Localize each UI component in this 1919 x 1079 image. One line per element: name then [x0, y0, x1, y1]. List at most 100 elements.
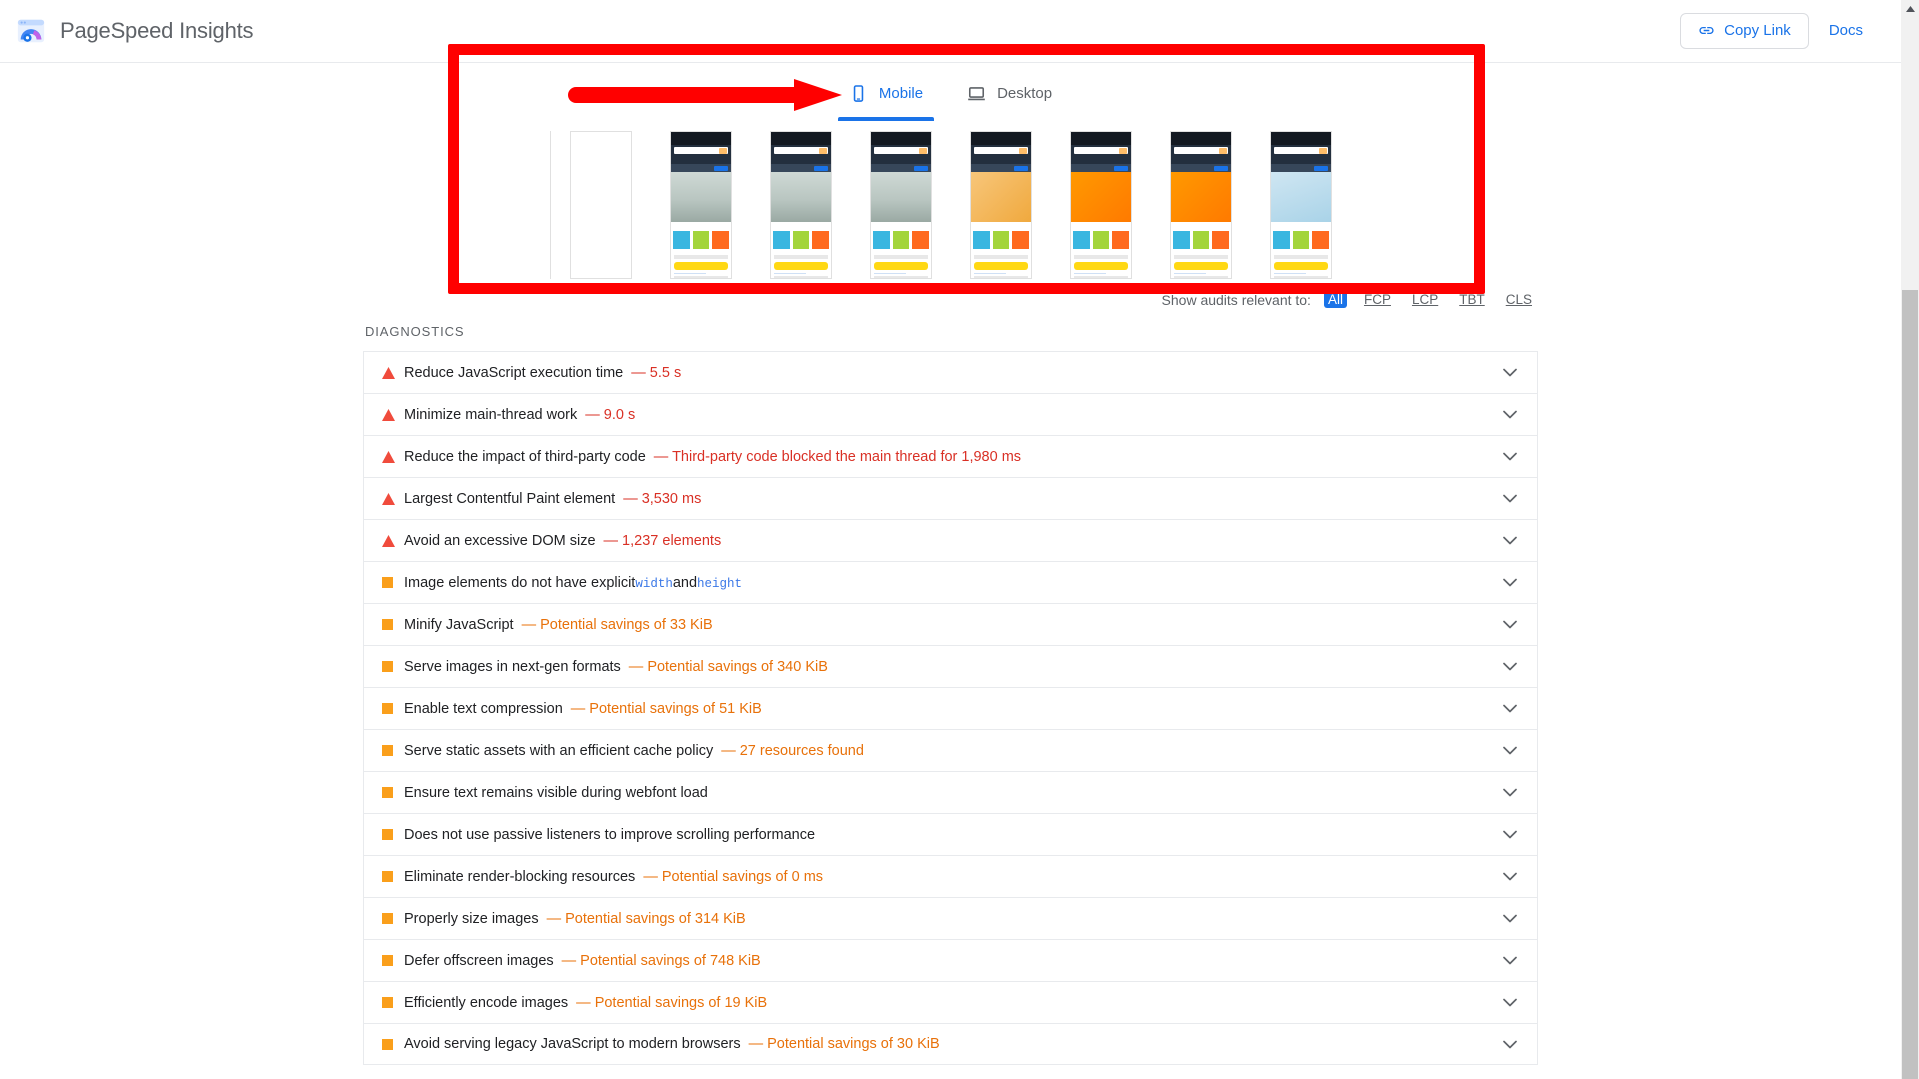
audit-title: Minify JavaScript — [404, 616, 514, 633]
filter-tbt[interactable]: TBT — [1455, 291, 1489, 308]
audit-row[interactable]: Properly size images — Potential savings … — [364, 897, 1537, 939]
fail-triangle-icon — [382, 408, 404, 421]
fail-triangle-icon — [382, 492, 404, 505]
audit-title: Enable text compression — [404, 700, 563, 717]
page-thumbnail — [1071, 132, 1131, 278]
audit-title: Reduce JavaScript execution time — [404, 364, 624, 381]
chevron-down-icon[interactable] — [1503, 452, 1517, 461]
filmstrip-frame[interactable] — [670, 131, 732, 279]
chevron-down-icon[interactable] — [1503, 536, 1517, 545]
filter-cls[interactable]: CLS — [1502, 291, 1536, 308]
audit-title: and — [672, 574, 698, 591]
scrollbar-thumb[interactable] — [1902, 290, 1918, 1079]
audit-title: Avoid an excessive DOM size — [404, 532, 596, 549]
filmstrip-frame[interactable] — [570, 131, 632, 279]
filmstrip-frame[interactable] — [1170, 131, 1232, 279]
tab-desktop-label: Desktop — [997, 84, 1053, 102]
relevance-label: Show audits relevant to: — [1161, 291, 1311, 308]
copy-link-button[interactable]: Copy Link — [1680, 12, 1809, 49]
tab-desktop[interactable]: Desktop — [945, 65, 1074, 121]
filter-fcp[interactable]: FCP — [1360, 291, 1395, 308]
chevron-down-icon[interactable] — [1503, 662, 1517, 671]
audit-row[interactable]: Serve static assets with an efficient ca… — [364, 729, 1537, 771]
audit-row[interactable]: Defer offscreen images — Potential saving… — [364, 939, 1537, 981]
filmstrip-frame[interactable] — [870, 131, 932, 279]
audit-text: Minimize main-thread work — 9.0 s — [404, 407, 635, 423]
audit-text: Eliminate render-blocking resources — Pot… — [404, 869, 823, 885]
audit-row[interactable]: Efficiently encode images — Potential sav… — [364, 981, 1537, 1023]
audit-title: Serve images in next-gen formats — [404, 658, 621, 675]
audit-text: Serve images in next-gen formats — Potent… — [404, 659, 828, 675]
audit-row[interactable]: Reduce JavaScript execution time — 5.5 s — [364, 351, 1537, 393]
audit-row[interactable]: Avoid an excessive DOM size — 1,237 eleme… — [364, 519, 1537, 561]
audit-row[interactable]: Minimize main-thread work — 9.0 s — [364, 393, 1537, 435]
average-square-icon — [382, 955, 404, 966]
scroll-up-arrow-icon[interactable] — [1901, 0, 1919, 18]
average-square-icon — [382, 997, 404, 1008]
chevron-down-icon[interactable] — [1503, 872, 1517, 881]
audit-row[interactable]: Eliminate render-blocking resources — Pot… — [364, 855, 1537, 897]
chevron-down-icon[interactable] — [1503, 368, 1517, 377]
audit-text: Enable text compression — Potential savin… — [404, 701, 762, 717]
chevron-down-icon[interactable] — [1503, 620, 1517, 629]
filmstrip-frame[interactable] — [970, 131, 1032, 279]
audit-value: — Potential savings of 30 KiB — [748, 1036, 940, 1052]
page-thumbnail — [971, 132, 1031, 278]
chevron-down-icon[interactable] — [1503, 830, 1517, 839]
audit-title: Largest Contentful Paint element — [404, 490, 616, 507]
audit-value: — 9.0 s — [585, 406, 636, 423]
audit-title: Reduce the impact of third-party code — [404, 448, 646, 465]
audit-row[interactable]: Avoid serving legacy JavaScript to moder… — [364, 1023, 1537, 1065]
tab-mobile-label: Mobile — [878, 84, 924, 102]
page-scrollbar[interactable] — [1901, 0, 1919, 1079]
filmstrip-section — [0, 131, 1901, 279]
chevron-down-icon[interactable] — [1503, 914, 1517, 923]
chevron-down-icon[interactable] — [1503, 1040, 1517, 1049]
filmstrip-frame[interactable] — [1270, 131, 1332, 279]
chevron-down-icon[interactable] — [1503, 788, 1517, 797]
filmstrip-frame[interactable] — [1070, 131, 1132, 279]
audit-code-token: height — [697, 576, 743, 591]
chevron-down-icon[interactable] — [1503, 494, 1517, 503]
audit-row[interactable]: Image elements do not have explicit widt… — [364, 561, 1537, 603]
audit-title: Ensure text remains visible during webfo… — [404, 784, 708, 801]
audit-value: — Potential savings of 314 KiB — [546, 910, 746, 927]
audit-row[interactable]: Does not use passive listeners to improv… — [364, 813, 1537, 855]
chevron-down-icon[interactable] — [1503, 578, 1517, 587]
chevron-down-icon[interactable] — [1503, 956, 1517, 965]
diagnostics-heading: DIAGNOSTICS — [365, 324, 465, 339]
mobile-phone-icon — [849, 84, 868, 103]
audit-value: — Potential savings of 19 KiB — [576, 994, 768, 1011]
filter-lcp[interactable]: LCP — [1408, 291, 1442, 308]
page-thumbnail — [871, 132, 931, 278]
filter-all[interactable]: All — [1323, 291, 1347, 308]
strategy-tabs: Mobile Desktop — [0, 63, 1901, 121]
chevron-down-icon[interactable] — [1503, 704, 1517, 713]
audit-row[interactable]: Serve images in next-gen formats — Potent… — [364, 645, 1537, 687]
audit-title: Efficiently encode images — [404, 994, 569, 1011]
audit-row[interactable]: Largest Contentful Paint element — 3,530 … — [364, 477, 1537, 519]
header-actions: Copy Link Docs — [1680, 12, 1879, 49]
fail-triangle-icon — [382, 366, 404, 379]
audit-value: — Potential savings of 0 ms — [643, 868, 824, 885]
page-thumbnail — [1271, 132, 1331, 278]
brand: PageSpeed Insights — [16, 16, 254, 46]
audit-row[interactable]: Minify JavaScript — Potential savings of … — [364, 603, 1537, 645]
filmstrip-frame[interactable] — [770, 131, 832, 279]
average-square-icon — [382, 703, 404, 714]
audit-value: — Potential savings of 33 KiB — [521, 616, 713, 633]
tab-mobile[interactable]: Mobile — [827, 65, 945, 121]
copy-link-label: Copy Link — [1724, 22, 1791, 39]
audit-row[interactable]: Reduce the impact of third-party code — T… — [364, 435, 1537, 477]
audit-value: — Potential savings of 748 KiB — [561, 952, 761, 969]
audit-row[interactable]: Ensure text remains visible during webfo… — [364, 771, 1537, 813]
chevron-down-icon[interactable] — [1503, 746, 1517, 755]
page-thumbnail — [771, 132, 831, 278]
audit-text: Ensure text remains visible during webfo… — [404, 785, 708, 801]
chevron-down-icon[interactable] — [1503, 998, 1517, 1007]
chevron-down-icon[interactable] — [1503, 410, 1517, 419]
audit-row[interactable]: Enable text compression — Potential savin… — [364, 687, 1537, 729]
average-square-icon — [382, 1038, 404, 1050]
audit-value: — 1,237 elements — [603, 532, 722, 549]
docs-link[interactable]: Docs — [1813, 14, 1879, 47]
